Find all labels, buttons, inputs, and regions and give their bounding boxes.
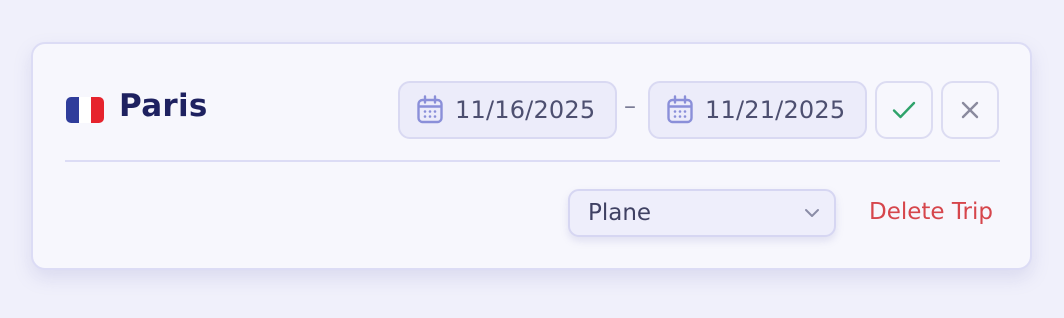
confirm-button[interactable] bbox=[875, 81, 933, 139]
start-date-field[interactable]: 11/16/2025 bbox=[398, 81, 617, 139]
start-date-value: 11/16/2025 bbox=[455, 96, 596, 124]
transport-select[interactable]: Plane bbox=[568, 189, 836, 237]
check-icon bbox=[892, 101, 916, 119]
close-icon bbox=[961, 101, 979, 119]
chevron-down-icon bbox=[805, 209, 819, 217]
date-range-separator: – bbox=[624, 92, 636, 120]
trip-city-title: Paris bbox=[119, 88, 208, 124]
end-date-value: 11/21/2025 bbox=[705, 96, 846, 124]
cancel-button[interactable] bbox=[941, 81, 999, 139]
france-flag-icon bbox=[66, 97, 104, 123]
transport-select-value: Plane bbox=[588, 200, 652, 226]
calendar-icon bbox=[667, 95, 693, 124]
delete-trip-button[interactable]: Delete Trip bbox=[869, 199, 993, 225]
trip-card: Paris 11/16/2025 – 11/21/2025 Plane Dele… bbox=[31, 42, 1032, 270]
divider bbox=[65, 160, 1000, 162]
end-date-field[interactable]: 11/21/2025 bbox=[648, 81, 867, 139]
calendar-icon bbox=[417, 95, 443, 124]
